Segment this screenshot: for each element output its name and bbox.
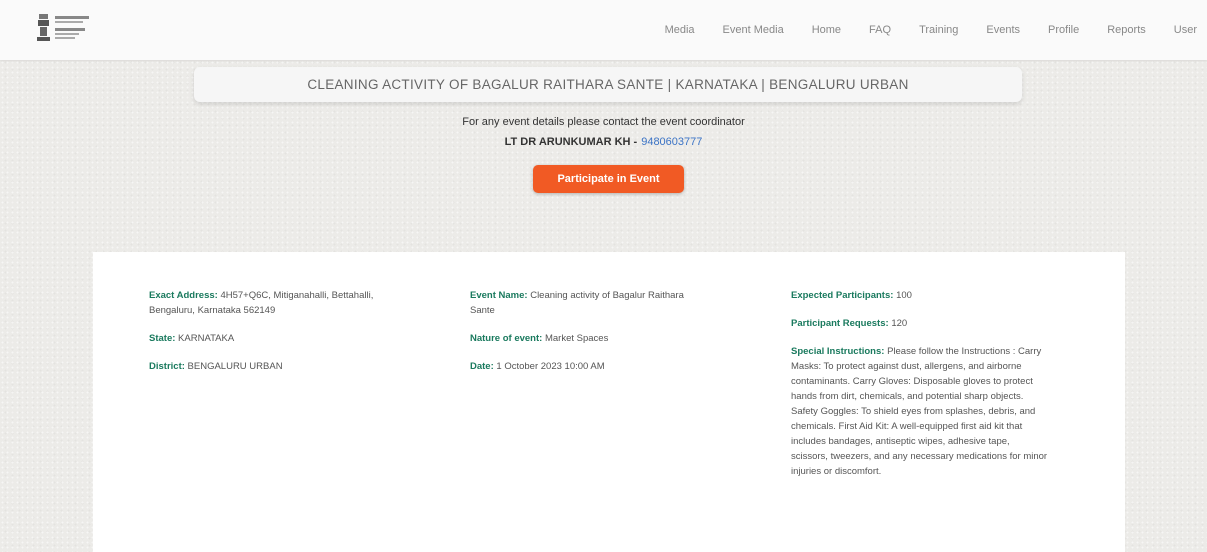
event-name-field: Event Name: Cleaning activity of Bagalur… (470, 288, 710, 318)
state-value: KARNATAKA (178, 333, 235, 344)
special-instructions-value: Please follow the Instructions : Carry M… (791, 346, 1048, 477)
coordinator-phone-link[interactable]: 9480603777 (641, 136, 702, 148)
participant-requests-field: Participant Requests: 120 (791, 316, 1049, 331)
exact-address-label: Exact Address: (149, 290, 218, 301)
main-nav: Media Event Media Home FAQ Training Even… (637, 0, 1207, 60)
participant-requests-value: 120 (891, 318, 908, 329)
special-instructions-label: Special Instructions: (791, 346, 885, 357)
participant-requests-label: Participant Requests: (791, 318, 889, 329)
nav-faq[interactable]: FAQ (869, 24, 891, 36)
nav-event-media[interactable]: Event Media (723, 24, 784, 36)
top-navbar: Media Event Media Home FAQ Training Even… (0, 0, 1207, 60)
participate-in-event-button[interactable]: Participate in Event (533, 165, 684, 193)
date-label: Date: (470, 361, 494, 372)
details-column-participation: Expected Participants: 100 Participant R… (791, 288, 1049, 492)
coordinator-contact-text: For any event details please contact the… (462, 116, 745, 128)
coordinator-name: LT DR ARUNKUMAR KH - (504, 136, 638, 148)
nature-of-event-field: Nature of event: Market Spaces (470, 331, 710, 346)
date-field: Date: 1 October 2023 10:00 AM (470, 359, 710, 374)
state-label: State: (149, 333, 176, 344)
nav-events[interactable]: Events (986, 24, 1020, 36)
government-emblem-logo[interactable] (35, 11, 117, 45)
nav-profile[interactable]: Profile (1048, 24, 1079, 36)
nav-media[interactable]: Media (665, 24, 695, 36)
nav-home[interactable]: Home (812, 24, 841, 36)
event-title: CLEANING ACTIVITY OF BAGALUR RAITHARA SA… (307, 77, 909, 92)
event-details-card: Exact Address: 4H57+Q6C, Mitiganahalli, … (93, 252, 1125, 552)
nature-of-event-label: Nature of event: (470, 333, 543, 344)
district-field: District: BENGALURU URBAN (149, 359, 389, 374)
expected-participants-value: 100 (896, 290, 912, 301)
nature-of-event-value: Market Spaces (544, 333, 609, 344)
nav-reports[interactable]: Reports (1107, 24, 1146, 36)
state-field: State: KARNATAKA (149, 331, 389, 346)
event-name-label: Event Name: (470, 290, 528, 301)
exact-address-field: Exact Address: 4H57+Q6C, Mitiganahalli, … (149, 288, 389, 318)
nav-user[interactable]: User (1174, 24, 1197, 36)
date-value: 1 October 2023 10:00 AM (496, 361, 605, 372)
expected-participants-field: Expected Participants: 100 (791, 288, 1049, 303)
district-value: BENGALURU URBAN (187, 361, 283, 372)
coordinator-line: LT DR ARUNKUMAR KH -9480603777 (0, 136, 1207, 148)
special-instructions-field: Special Instructions: Please follow the … (791, 344, 1049, 479)
expected-participants-label: Expected Participants: (791, 290, 894, 301)
details-column-location: Exact Address: 4H57+Q6C, Mitiganahalli, … (149, 288, 389, 387)
details-column-event: Event Name: Cleaning activity of Bagalur… (470, 288, 710, 387)
nav-training[interactable]: Training (919, 24, 958, 36)
event-title-card: CLEANING ACTIVITY OF BAGALUR RAITHARA SA… (194, 67, 1022, 102)
district-label: District: (149, 361, 185, 372)
